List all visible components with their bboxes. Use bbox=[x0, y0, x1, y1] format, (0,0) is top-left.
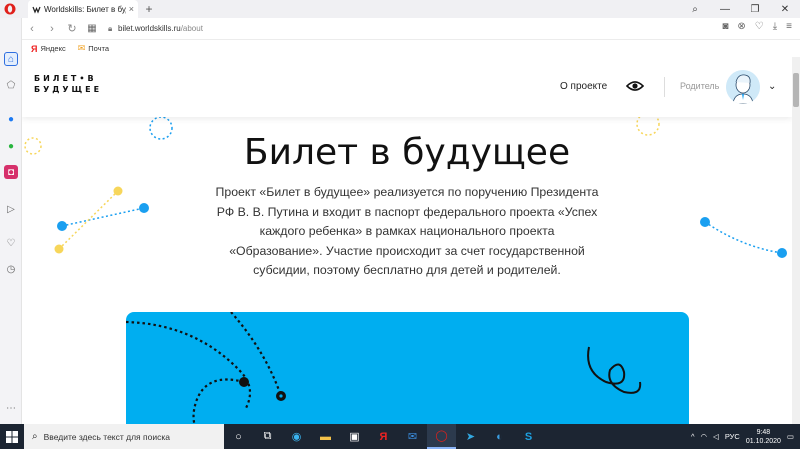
avatar-illustration-icon bbox=[726, 70, 760, 104]
url-field[interactable]: 🔒︎ bilet.worldskills.ru/about bbox=[108, 21, 668, 37]
scrollbar-thumb[interactable] bbox=[793, 73, 799, 107]
file-explorer-icon[interactable]: ▬ bbox=[311, 424, 340, 449]
chevron-up-icon[interactable]: ^ bbox=[691, 432, 695, 441]
site-header: БИЛЕТ•В БУДУЩЕЕ О проекте Родитель ⌄ bbox=[22, 57, 792, 117]
taskbar-search[interactable]: ⌕ Введите здесь текст для поиска bbox=[24, 424, 224, 449]
lock-icon: 🔒︎ bbox=[108, 23, 113, 33]
bookmark-label: Почта bbox=[88, 44, 110, 53]
close-window-icon[interactable]: ✕ bbox=[770, 4, 800, 15]
send-icon[interactable]: ▷ bbox=[4, 202, 18, 216]
card-decoration bbox=[126, 312, 642, 424]
heart-icon[interactable]: ♡ bbox=[755, 21, 764, 32]
web-page: БИЛЕТ•В БУДУЩЕЕ О проекте Родитель ⌄ Бил… bbox=[22, 57, 792, 424]
back-icon[interactable]: ‹ bbox=[22, 23, 42, 35]
more-icon[interactable]: ⋯ bbox=[4, 401, 18, 415]
skype-icon[interactable]: S bbox=[514, 424, 543, 449]
minimize-icon[interactable]: — bbox=[710, 4, 740, 15]
notifications-icon[interactable]: ▭ bbox=[787, 432, 794, 441]
clock[interactable]: 9:48 01.10.2020 bbox=[746, 428, 781, 446]
clock-time: 9:48 bbox=[756, 428, 771, 436]
favorites-icon[interactable]: ♡ bbox=[4, 236, 18, 250]
nav-about-link[interactable]: О проекте bbox=[560, 81, 607, 92]
bookmark-mail[interactable]: ✉ Почта bbox=[78, 43, 109, 54]
system-tray: ^ ◠ ◁ РУС 9:48 01.10.2020 ▭ bbox=[691, 424, 794, 449]
url-host: bilet.worldskills.ru bbox=[118, 24, 181, 33]
user-role-label: Родитель bbox=[680, 81, 720, 91]
url-path: /about bbox=[180, 24, 203, 33]
windows-logo-icon bbox=[6, 430, 18, 443]
mail-icon: ✉ bbox=[77, 43, 86, 53]
eye-icon[interactable] bbox=[626, 80, 644, 92]
whatsapp-icon[interactable]: ● bbox=[4, 139, 18, 153]
download-icon[interactable]: ⤓ bbox=[773, 21, 777, 32]
history-icon[interactable]: ◷ bbox=[4, 262, 18, 276]
messenger-icon[interactable]: ● bbox=[4, 112, 18, 126]
address-bar: ‹ › ↻ ▦ 🔒︎ bilet.worldskills.ru/about ◙ … bbox=[22, 18, 800, 40]
telegram-icon[interactable]: ➤ bbox=[456, 424, 485, 449]
bookmark-yandex[interactable]: Я Яндекс bbox=[31, 44, 66, 54]
browser-tab-bar: Worldskills: Билет в будущ × + ⌕ — ❐ ✕ bbox=[0, 0, 800, 18]
taskbar-apps: ○ ⧉ ◉ ▬ ▣ Я ✉ ◯ ➤ ◐ S bbox=[224, 424, 543, 449]
chevron-down-icon[interactable]: ⌄ bbox=[768, 81, 776, 92]
windows-taskbar: ⌕ Введите здесь текст для поиска ○ ⧉ ◉ ▬… bbox=[0, 424, 800, 449]
site-logo[interactable]: БИЛЕТ•В БУДУЩЕЕ bbox=[34, 73, 102, 95]
yandex-icon: Я bbox=[31, 43, 38, 54]
clock-date: 01.10.2020 bbox=[745, 437, 781, 445]
bookmarks-bar: Я Яндекс ✉ Почта bbox=[22, 40, 800, 57]
mail-app-icon[interactable]: ✉ bbox=[398, 424, 427, 449]
yandex-browser-icon[interactable]: Я bbox=[369, 424, 398, 449]
restore-icon[interactable]: ❐ bbox=[740, 4, 770, 15]
store-icon[interactable]: ▣ bbox=[340, 424, 369, 449]
browser-tab[interactable]: Worldskills: Билет в будущ × bbox=[28, 0, 138, 18]
blue-feature-card bbox=[126, 312, 689, 424]
tab-title: Worldskills: Билет в будущ bbox=[44, 4, 126, 14]
page-scrollbar[interactable] bbox=[792, 57, 800, 424]
avatar[interactable] bbox=[726, 70, 760, 104]
header-divider bbox=[664, 77, 665, 97]
instagram-icon[interactable]: ◘ bbox=[4, 165, 18, 179]
wifi-icon[interactable]: ◠ bbox=[701, 432, 708, 441]
opera-logo-icon[interactable] bbox=[4, 3, 16, 15]
start-button[interactable] bbox=[0, 424, 24, 449]
new-tab-button[interactable]: + bbox=[143, 2, 155, 16]
screen: Worldskills: Билет в будущ × + ⌕ — ❐ ✕ ‹… bbox=[0, 0, 800, 449]
camera-icon[interactable]: ◙ bbox=[722, 21, 728, 32]
browser-sidebar: ⌂ ⬠ ● ● ◘ ▷ ♡ ◷ ⋯ bbox=[0, 18, 22, 424]
volume-icon[interactable]: ◁ bbox=[713, 432, 719, 441]
opera-taskbar-icon[interactable]: ◯ bbox=[427, 424, 456, 449]
logo-line-2: БУДУЩЕЕ bbox=[34, 85, 103, 94]
search-icon: ⌕ bbox=[32, 431, 38, 442]
search-placeholder: Введите здесь текст для поиска bbox=[43, 431, 170, 442]
home-icon[interactable]: ⌂ bbox=[4, 52, 18, 66]
cortana-icon[interactable]: ○ bbox=[224, 424, 253, 449]
task-view-icon[interactable]: ⧉ bbox=[253, 424, 282, 449]
language-indicator[interactable]: РУС bbox=[725, 432, 740, 441]
reload-icon[interactable]: ↻ bbox=[62, 22, 82, 35]
window-controls: ⌕ — ❐ ✕ bbox=[680, 0, 800, 18]
bookmark-label: Яндекс bbox=[40, 44, 66, 53]
speed-dial-icon[interactable]: ▦ bbox=[82, 23, 102, 34]
forward-icon[interactable]: › bbox=[42, 23, 62, 35]
ambient-icon[interactable]: ⬠ bbox=[4, 78, 18, 92]
menu-icon[interactable]: ≡ bbox=[786, 21, 792, 32]
address-bar-actions: ◙ ⊗ ♡ ⤓ ≡ bbox=[722, 21, 792, 32]
close-tab-icon[interactable]: × bbox=[129, 4, 134, 14]
hero-description: Проект «Билет в будущее» реализуется по … bbox=[215, 185, 599, 277]
edge-icon[interactable]: ◉ bbox=[282, 424, 311, 449]
logo-line-1: БИЛЕТ•В bbox=[34, 74, 97, 83]
page-title: Билет в будущее bbox=[243, 132, 571, 173]
app-icon[interactable]: ◐ bbox=[485, 424, 514, 449]
search-tabs-icon[interactable]: ⌕ bbox=[680, 4, 710, 15]
adblock-icon[interactable]: ⊗ bbox=[737, 21, 745, 32]
worldskills-favicon-icon bbox=[32, 6, 41, 14]
